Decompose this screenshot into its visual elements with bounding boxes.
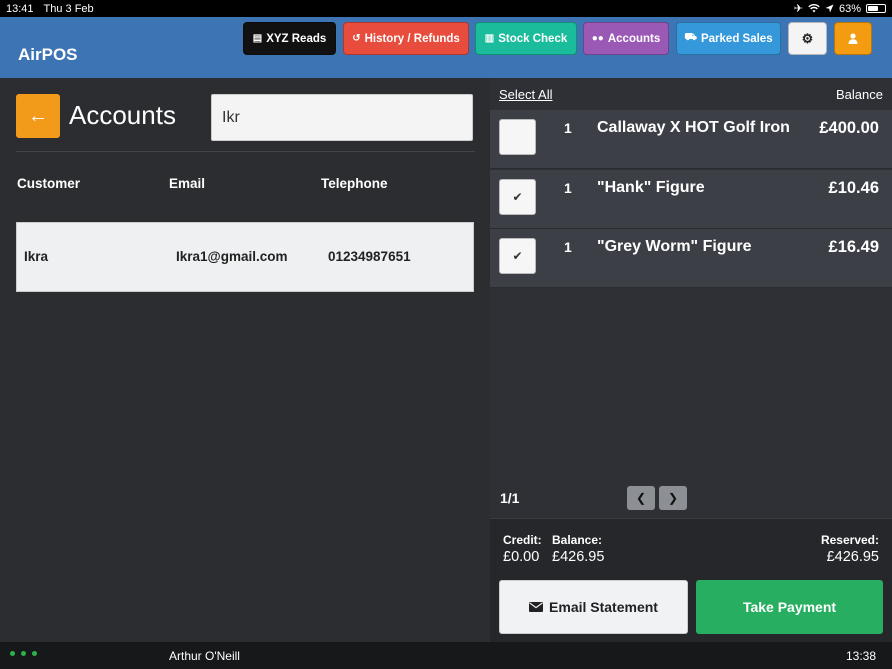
stock-check-button[interactable]: ▥ Stock Check	[475, 22, 577, 55]
item-quantity: 1	[564, 239, 572, 255]
barcode-icon: ▥	[484, 33, 495, 44]
history-icon: ↺	[352, 33, 361, 44]
reserved-label: Reserved:	[820, 533, 879, 547]
credit-value: £0.00	[503, 549, 540, 565]
chevron-right-icon: ❯	[667, 491, 679, 505]
battery-percent: 63%	[838, 2, 861, 15]
envelope-icon	[529, 602, 544, 612]
item-price: £10.46	[828, 179, 879, 197]
bottom-status-bar: Arthur O'Neill 13:38	[0, 642, 892, 669]
xyz-reads-label: XYZ Reads	[266, 32, 327, 45]
email-statement-button[interactable]: Email Statement	[499, 580, 688, 634]
balance-value: £426.95	[552, 549, 605, 565]
status-date: Thu 3 Feb	[43, 2, 94, 15]
customer-row[interactable]: Ikra Ikra1@gmail.com 01234987651	[16, 222, 474, 292]
item-name: "Grey Worm" Figure	[597, 238, 752, 255]
select-all-link[interactable]: Select All	[499, 87, 552, 102]
back-button[interactable]: ←	[16, 94, 60, 138]
stock-check-label: Stock Check	[498, 32, 568, 45]
settings-button[interactable]: ⚙	[788, 22, 827, 55]
parked-sales-button[interactable]: ⛟ Parked Sales	[676, 22, 781, 55]
users-icon: ●●	[591, 33, 604, 44]
item-name: Callaway X HOT Golf Iron	[597, 119, 790, 136]
user-icon	[848, 33, 858, 44]
balance-column-header: Balance	[836, 87, 883, 102]
check-icon: ✔	[512, 190, 523, 204]
app-title: AirPOS	[18, 45, 78, 64]
column-header-email: Email	[169, 176, 206, 191]
item-checkbox[interactable]: ✔	[499, 179, 536, 215]
chevron-left-icon: ❮	[635, 491, 647, 505]
status-time: 13:41	[6, 2, 34, 15]
location-icon	[825, 4, 834, 13]
check-icon: ✔	[512, 249, 523, 263]
status-bar: 13:41 Thu 3 Feb ✈ 63%	[0, 0, 892, 17]
account-items-panel: Select All Balance 1 Callaway X HOT Golf…	[490, 78, 892, 642]
customer-email: Ikra1@gmail.com	[176, 249, 288, 264]
airplane-icon: ✈	[793, 3, 803, 15]
clock: 13:38	[845, 649, 876, 663]
account-summary: Credit: £0.00 Balance: £426.95 Reserved:…	[490, 518, 892, 642]
customer-search-input[interactable]	[211, 94, 473, 141]
item-price: £16.49	[828, 238, 879, 256]
battery-icon	[866, 4, 886, 13]
accounts-label: Accounts	[607, 32, 661, 45]
logged-in-user: Arthur O'Neill	[169, 649, 240, 663]
table-icon: ▤	[252, 33, 263, 44]
xyz-reads-button[interactable]: ▤ XYZ Reads	[243, 22, 336, 55]
history-refunds-label: History / Refunds	[364, 32, 460, 45]
customer-name: Ikra	[24, 249, 49, 264]
item-checkbox[interactable]: ✔	[499, 238, 536, 274]
item-quantity: 1	[564, 180, 572, 196]
item-name: "Hank" Figure	[597, 179, 705, 196]
gear-icon: ⚙	[801, 30, 814, 46]
line-item[interactable]: ✔ 1 "Grey Worm" Figure £16.49	[490, 229, 892, 288]
accounts-button[interactable]: ●● Accounts	[583, 22, 669, 55]
status-dot	[32, 651, 37, 656]
status-dot	[10, 651, 15, 656]
line-item[interactable]: 1 Callaway X HOT Golf Iron £400.00	[490, 110, 892, 169]
car-icon: ⛟	[684, 32, 697, 43]
item-price: £400.00	[819, 119, 879, 137]
history-refunds-button[interactable]: ↺ History / Refunds	[343, 22, 469, 55]
status-dot	[21, 651, 26, 656]
item-checkbox[interactable]	[499, 119, 536, 155]
next-page-button[interactable]: ❯	[659, 486, 687, 510]
battery-fill	[868, 6, 879, 11]
user-button[interactable]	[834, 22, 872, 55]
email-statement-label: Email Statement	[549, 599, 658, 615]
line-item[interactable]: ✔ 1 "Hank" Figure £10.46	[490, 170, 892, 229]
wifi-icon	[808, 4, 820, 13]
take-payment-button[interactable]: Take Payment	[696, 580, 883, 634]
page-title: Accounts	[69, 100, 176, 130]
connection-status-icon	[10, 651, 37, 656]
divider	[16, 151, 475, 152]
previous-page-button[interactable]: ❮	[627, 486, 655, 510]
column-header-customer: Customer	[17, 176, 81, 191]
status-indicators: ✈ 63%	[794, 2, 886, 15]
take-payment-label: Take Payment	[742, 599, 837, 615]
column-header-telephone: Telephone	[321, 176, 388, 191]
page-indicator: 1/1	[500, 490, 520, 506]
balance-label: Balance:	[552, 533, 603, 547]
arrow-left-icon: ←	[28, 104, 48, 127]
credit-label: Credit:	[503, 533, 542, 547]
parked-sales-label: Parked Sales	[700, 32, 773, 45]
reserved-value: £426.95	[826, 549, 879, 565]
customer-telephone: 01234987651	[328, 249, 411, 264]
item-quantity: 1	[564, 120, 572, 136]
